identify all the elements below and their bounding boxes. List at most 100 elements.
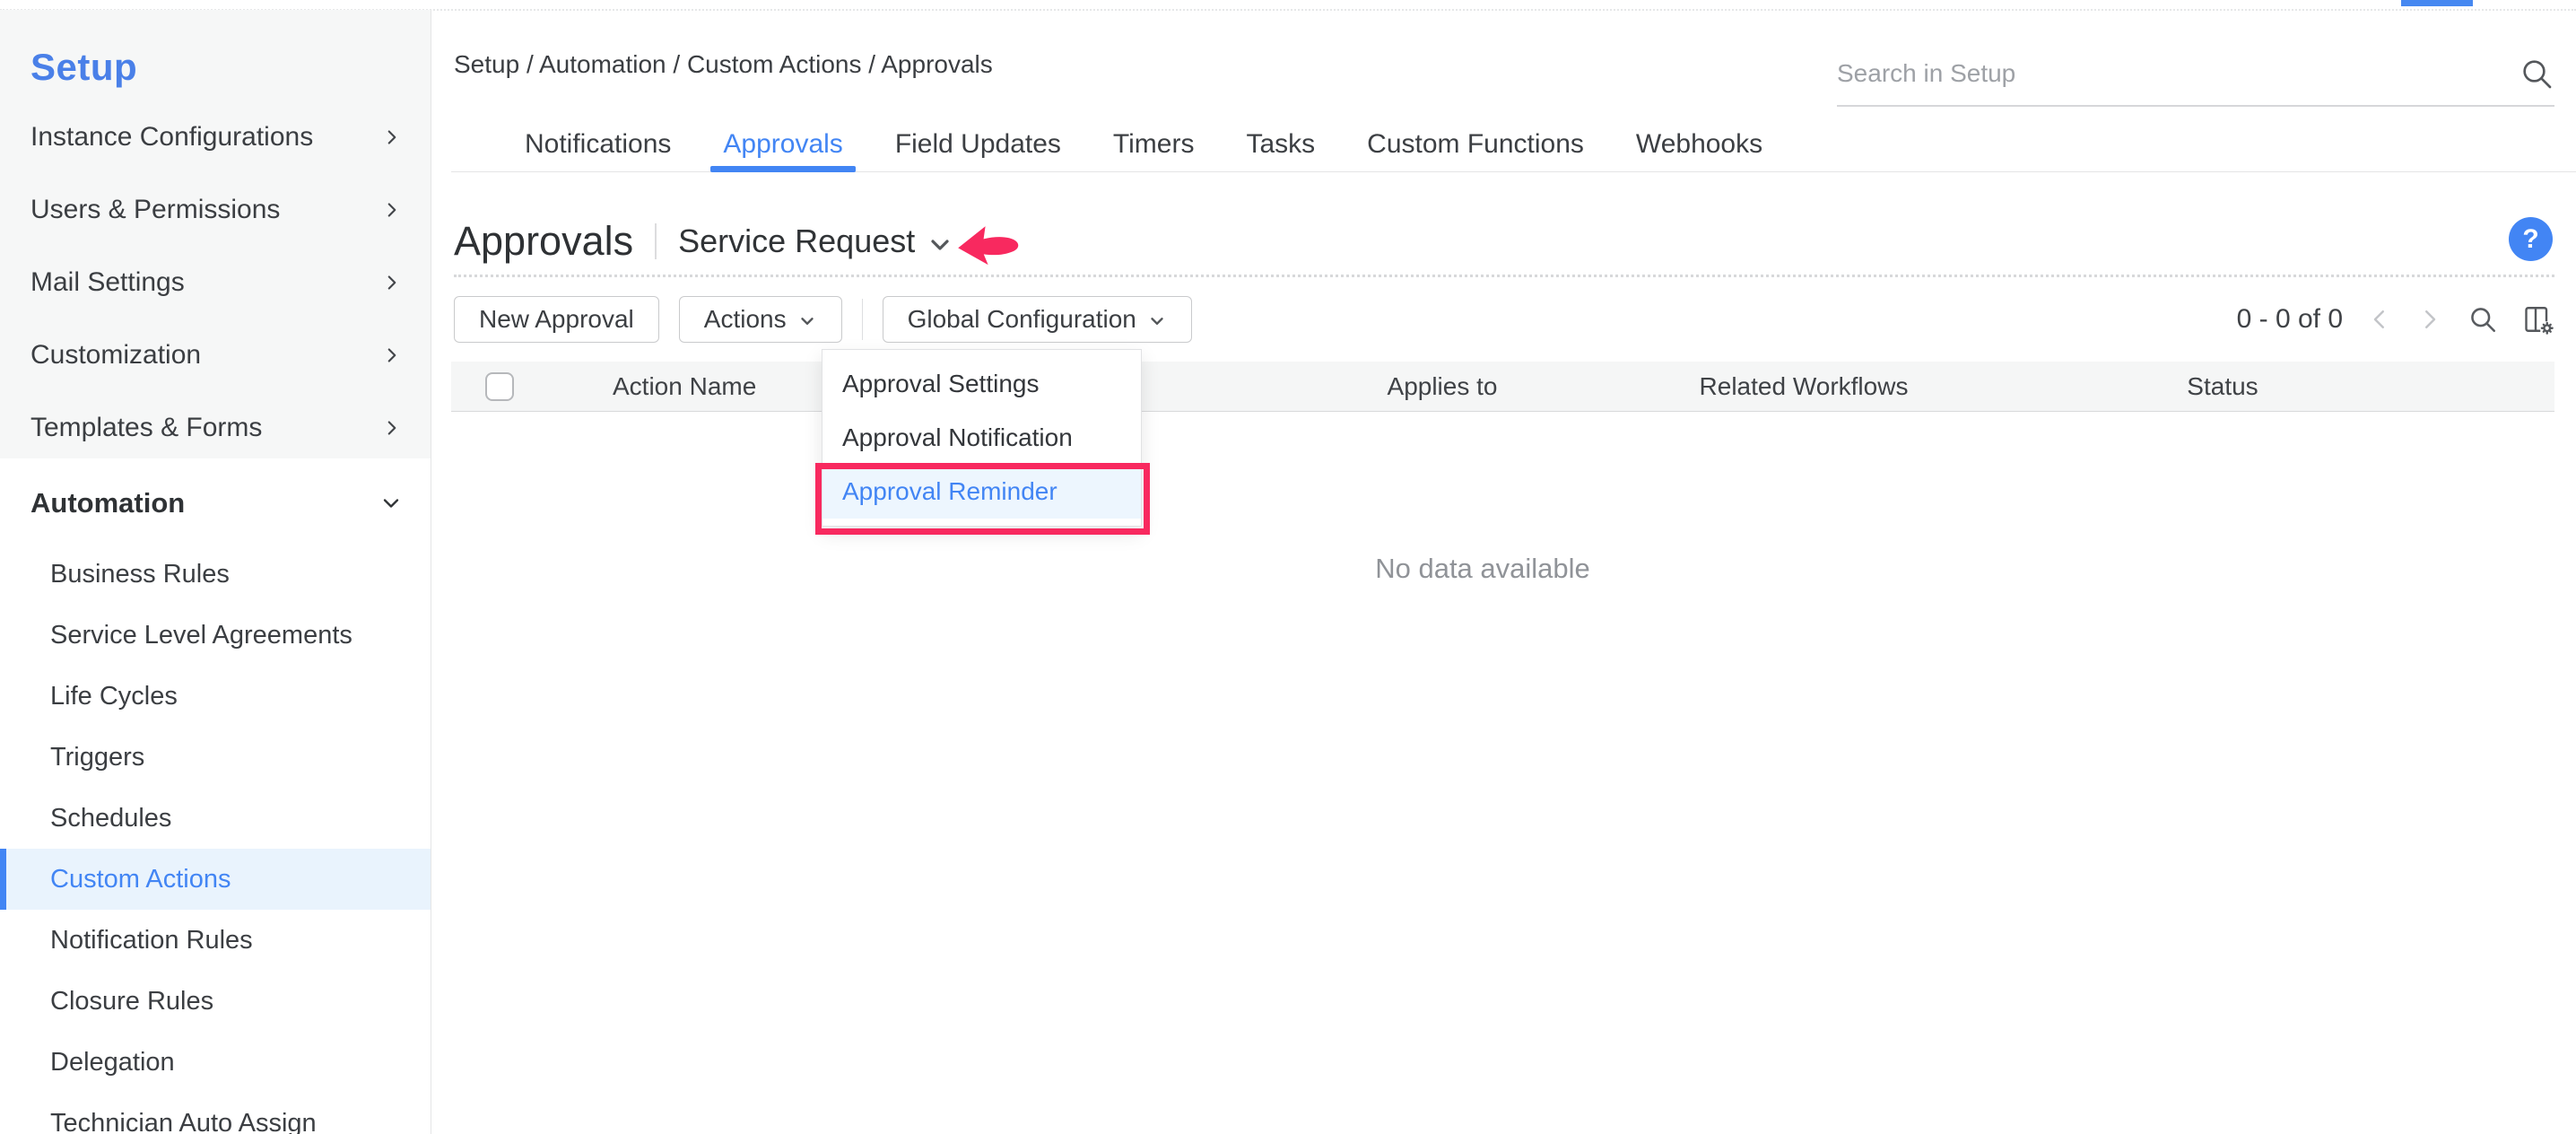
tab-webhooks[interactable]: Webhooks	[1636, 116, 1762, 172]
chevron-down-icon[interactable]	[926, 231, 954, 259]
sidebar-item-closure-rules[interactable]: Closure Rules	[0, 971, 431, 1032]
sidebar-item-label: Closure Rules	[50, 987, 213, 1016]
sidebar-automation-subitems: Business Rules Service Level Agreements …	[0, 544, 431, 1134]
tab-label: Timers	[1113, 129, 1195, 160]
chevron-down-icon	[379, 491, 404, 516]
sidebar-item-label: Customization	[30, 340, 201, 371]
button-label: Actions	[704, 305, 787, 334]
empty-state-message: No data available	[1375, 553, 1590, 585]
sidebar-item-label: Mail Settings	[30, 267, 185, 298]
sidebar: Setup Instance Configurations Users & Pe…	[0, 10, 431, 1134]
sidebar-item-instance-configurations[interactable]: Instance Configurations	[0, 100, 431, 173]
sidebar-item-customization[interactable]: Customization	[0, 318, 431, 391]
sidebar-groups: Instance Configurations Users & Permissi…	[0, 100, 431, 464]
sidebar-item-mail-settings[interactable]: Mail Settings	[0, 246, 431, 318]
sidebar-item-label: Notification Rules	[50, 926, 253, 955]
tab-label: Approvals	[723, 129, 842, 160]
tab-custom-functions[interactable]: Custom Functions	[1367, 116, 1584, 172]
sidebar-item-label: Schedules	[50, 804, 171, 833]
sidebar-item-label: Triggers	[50, 743, 144, 772]
menu-item-label: Approval Notification	[842, 423, 1073, 452]
tab-tasks[interactable]: Tasks	[1246, 116, 1315, 172]
sidebar-item-label: Life Cycles	[50, 682, 178, 711]
menu-item-approval-settings[interactable]: Approval Settings	[822, 357, 1141, 411]
sidebar-item-life-cycles[interactable]: Life Cycles	[0, 666, 431, 727]
chevron-right-icon	[380, 126, 404, 149]
title-separator	[655, 223, 657, 259]
column-header-related-workflows[interactable]: Related Workflows	[1700, 362, 1909, 412]
sidebar-item-templates-forms[interactable]: Templates & Forms	[0, 391, 431, 464]
annotation-arrow-icon	[954, 220, 1023, 268]
button-label: New Approval	[479, 305, 634, 334]
tab-bar: Notifications Approvals Field Updates Ti…	[525, 116, 1762, 172]
module-selector[interactable]: Service Request	[678, 222, 915, 260]
table-header-row: Action Name Applies to Related Workflows…	[451, 362, 2554, 412]
sidebar-item-business-rules[interactable]: Business Rules	[0, 544, 431, 605]
button-label: Global Configuration	[908, 305, 1136, 334]
sidebar-item-label: Technician Auto Assign	[50, 1109, 317, 1134]
sidebar-item-automation[interactable]: Automation	[0, 475, 431, 531]
sidebar-item-notification-rules[interactable]: Notification Rules	[0, 910, 431, 971]
pagination: 0 - 0 of 0	[2237, 303, 2554, 336]
column-settings-icon[interactable]	[2522, 303, 2554, 336]
page-previous-icon[interactable]	[2366, 306, 2393, 333]
breadcrumb: Setup / Automation / Custom Actions / Ap…	[454, 50, 993, 79]
pagination-range: 0 - 0 of 0	[2237, 304, 2343, 335]
sidebar-item-schedules[interactable]: Schedules	[0, 788, 431, 849]
sidebar-item-label: Business Rules	[50, 560, 230, 589]
sidebar-item-label: Delegation	[50, 1048, 175, 1077]
global-configuration-menu: Approval Settings Approval Notification …	[822, 349, 1142, 527]
sidebar-item-label: Custom Actions	[50, 865, 231, 894]
help-button[interactable]: ?	[2509, 217, 2553, 261]
column-header-status[interactable]: Status	[2187, 362, 2258, 412]
tab-timers[interactable]: Timers	[1113, 116, 1195, 172]
search-input[interactable]	[1837, 59, 2519, 88]
tab-approvals[interactable]: Approvals	[723, 116, 842, 172]
top-blue-indicator	[2401, 0, 2473, 6]
menu-item-label: Approval Settings	[842, 370, 1039, 398]
sidebar-item-triggers[interactable]: Triggers	[0, 727, 431, 788]
sidebar-item-label: Templates & Forms	[30, 413, 262, 443]
sidebar-item-service-level-agreements[interactable]: Service Level Agreements	[0, 605, 431, 666]
tab-label: Notifications	[525, 129, 671, 160]
column-header-applies-to[interactable]: Applies to	[1388, 362, 1498, 412]
title-divider	[454, 275, 2554, 277]
question-mark-icon: ?	[2522, 224, 2538, 255]
sidebar-item-delegation[interactable]: Delegation	[0, 1032, 431, 1093]
main-content: Setup / Automation / Custom Actions / Ap…	[431, 10, 2576, 1134]
page-title: Approvals	[454, 218, 633, 265]
setup-page: Setup Instance Configurations Users & Pe…	[0, 0, 2576, 1134]
sidebar-item-technician-auto-assign[interactable]: Technician Auto Assign	[0, 1093, 431, 1134]
tab-label: Tasks	[1246, 129, 1315, 160]
new-approval-button[interactable]: New Approval	[454, 296, 659, 343]
sidebar-item-users-permissions[interactable]: Users & Permissions	[0, 173, 431, 246]
menu-item-approval-notification[interactable]: Approval Notification	[822, 411, 1141, 465]
sidebar-item-label: Automation	[30, 487, 185, 519]
tab-label: Field Updates	[895, 129, 1061, 160]
sidebar-item-custom-actions[interactable]: Custom Actions	[0, 849, 431, 910]
chevron-right-icon	[380, 416, 404, 440]
chevron-right-icon	[380, 344, 404, 367]
chevron-down-icon	[797, 311, 817, 331]
menu-item-approval-reminder[interactable]: Approval Reminder	[822, 465, 1141, 519]
column-header-action-name[interactable]: Action Name	[613, 362, 756, 412]
sidebar-item-label: Instance Configurations	[30, 122, 313, 153]
setup-search	[1837, 42, 2554, 107]
tab-label: Custom Functions	[1367, 129, 1584, 160]
chevron-right-icon	[380, 198, 404, 222]
toolbar: New Approval Actions Global Configuratio…	[454, 296, 2554, 343]
page-next-icon[interactable]	[2416, 306, 2443, 333]
tab-notifications[interactable]: Notifications	[525, 116, 671, 172]
chevron-down-icon	[1147, 311, 1167, 331]
search-icon[interactable]	[2519, 56, 2554, 92]
sidebar-item-label: Service Level Agreements	[50, 621, 352, 650]
list-search-icon[interactable]	[2467, 303, 2499, 336]
toolbar-separator	[862, 299, 863, 340]
menu-item-label: Approval Reminder	[842, 477, 1057, 506]
global-configuration-button[interactable]: Global Configuration	[883, 296, 1192, 343]
tab-field-updates[interactable]: Field Updates	[895, 116, 1061, 172]
tab-label: Webhooks	[1636, 129, 1762, 160]
select-all-checkbox[interactable]	[485, 372, 514, 401]
setup-logo: Setup	[30, 46, 137, 89]
actions-button[interactable]: Actions	[679, 296, 842, 343]
